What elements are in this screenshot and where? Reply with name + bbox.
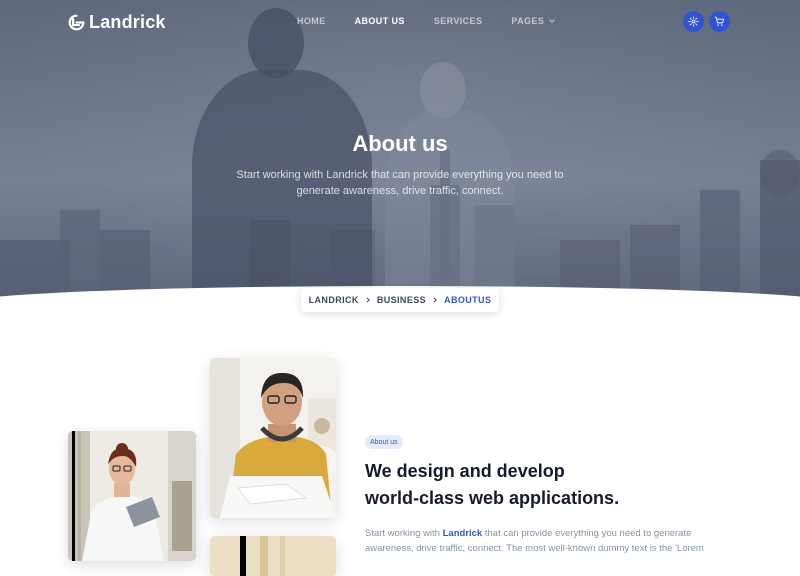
- settings-button[interactable]: [683, 11, 704, 32]
- description-text: Start working with: [365, 528, 443, 539]
- gear-icon: [688, 16, 699, 27]
- nav-item-label: PAGES: [511, 16, 545, 26]
- nav-item-label: SERVICES: [433, 16, 483, 26]
- logo-icon: [68, 14, 85, 31]
- section-badge: About us: [365, 435, 403, 449]
- chevron-right-icon: [366, 297, 370, 303]
- breadcrumb-item-current: ABOUTUS: [444, 295, 492, 305]
- nav-item-about-us[interactable]: ABOUT US: [355, 16, 405, 26]
- main-menu: HOME ABOUT US SERVICES PAGES: [297, 16, 585, 26]
- cart-button[interactable]: [709, 11, 730, 32]
- brand-name: Landrick: [89, 12, 166, 32]
- nav-item-home[interactable]: HOME: [297, 16, 326, 26]
- brand-highlight: Landrick: [442, 528, 483, 539]
- breadcrumb-item-landrick[interactable]: LANDRICK: [309, 295, 359, 305]
- brand-logo[interactable]: Landrick: [68, 12, 166, 33]
- nav-item-label: ABOUT US: [354, 16, 405, 26]
- chevron-down-icon: [549, 19, 556, 23]
- nav-item-label: HOME: [297, 16, 326, 26]
- page-title: About us: [352, 131, 448, 156]
- breadcrumb-item-business[interactable]: BUSINESS: [377, 295, 426, 305]
- photo-third-illustration: [210, 536, 336, 576]
- team-photo-man: [210, 358, 336, 518]
- nav-item-services[interactable]: SERVICES: [434, 16, 483, 26]
- section-title-line-1: We design and develop: [365, 461, 565, 481]
- cart-icon: [714, 16, 725, 26]
- page-subtitle: Start working with Landrick that can pro…: [236, 169, 564, 197]
- team-photo-third: [210, 536, 336, 576]
- section-description: Start working with Landrick that can pro…: [365, 526, 725, 556]
- top-navbar: Landrick HOME ABOUT US SERVICES PAGES: [0, 0, 800, 44]
- photo-woman-illustration: [68, 431, 196, 561]
- photo-man-illustration: [210, 358, 336, 518]
- chevron-right-icon: [433, 297, 437, 303]
- team-photo-woman: [68, 431, 196, 561]
- section-title: We design and develop world-class web ap…: [365, 458, 725, 512]
- section-title-line-2: world-class web applications.: [365, 488, 620, 508]
- nav-item-pages[interactable]: PAGES: [511, 16, 556, 26]
- breadcrumb: LANDRICK BUSINESS ABOUTUS: [301, 288, 499, 312]
